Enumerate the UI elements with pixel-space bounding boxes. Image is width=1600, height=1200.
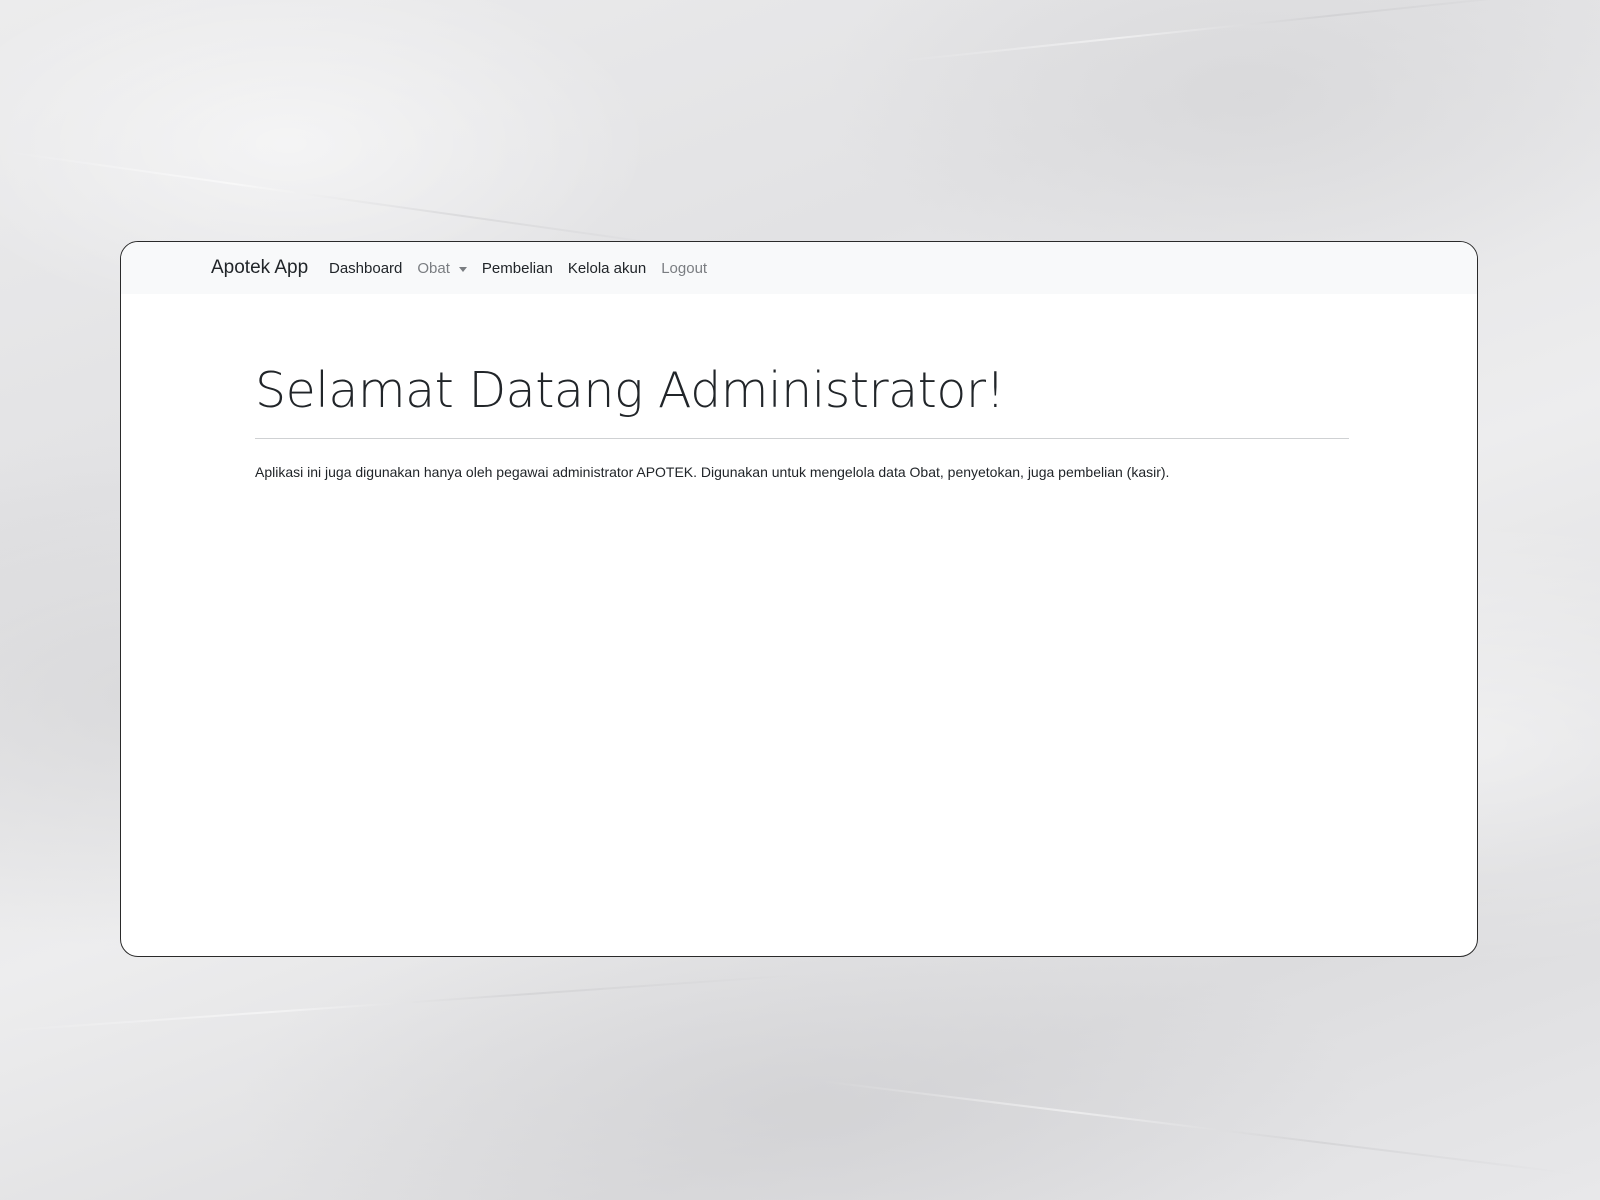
paper-texture: [0, 150, 694, 250]
divider: [255, 437, 1349, 439]
nav-item-obat-dropdown[interactable]: Obat: [417, 260, 467, 277]
nav-item-logout[interactable]: Logout: [661, 260, 707, 277]
nav-menu: Dashboard Obat Pembelian Kelola akun Log…: [329, 260, 707, 277]
nav-item-pembelian[interactable]: Pembelian: [482, 260, 553, 277]
paper-texture: [0, 974, 799, 1032]
app-window: Apotek App Dashboard Obat Pembelian Kelo…: [120, 241, 1478, 957]
nav-item-dashboard[interactable]: Dashboard: [329, 260, 402, 277]
paper-texture: [819, 1080, 1575, 1175]
page-title: Selamat Datang Administrator!: [255, 362, 1005, 419]
nav-item-obat-label: Obat: [417, 260, 450, 277]
page-description: Aplikasi ini juga digunakan hanya oleh p…: [255, 463, 1170, 480]
paper-texture: [899, 0, 1547, 62]
navbar-brand[interactable]: Apotek App: [211, 257, 308, 279]
caret-down-icon: [458, 267, 467, 272]
nav-item-kelola-akun[interactable]: Kelola akun: [568, 260, 646, 277]
main-content: Selamat Datang Administrator! Aplikasi i…: [255, 294, 1349, 494]
navbar: Apotek App Dashboard Obat Pembelian Kelo…: [121, 242, 1477, 294]
